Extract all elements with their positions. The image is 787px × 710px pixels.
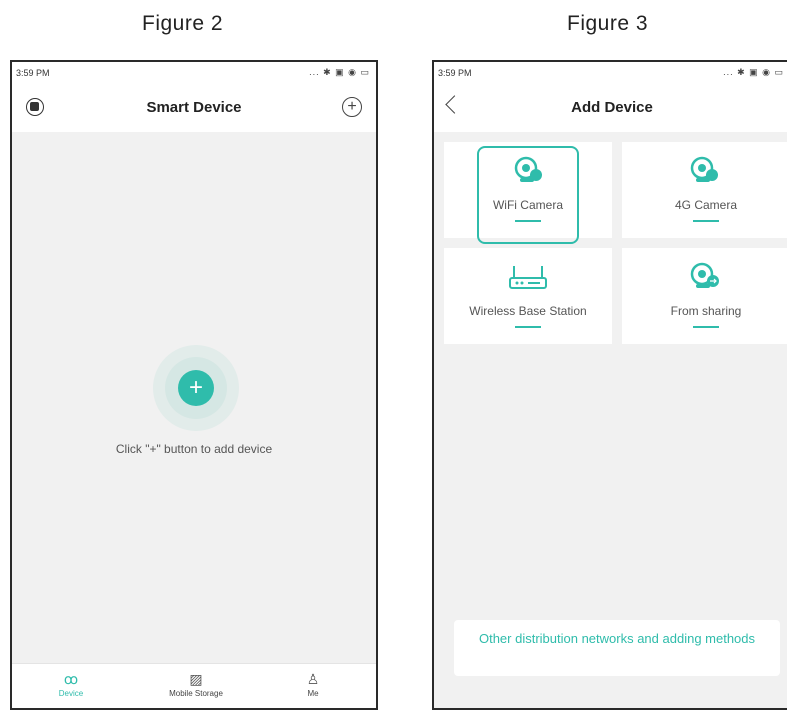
tab-label: Device	[58, 689, 84, 698]
card-underline	[515, 326, 541, 328]
page-title: Add Device	[571, 99, 653, 116]
router-icon	[509, 266, 547, 289]
tab-mobile-storage[interactable]: ▨ Mobile Storage	[151, 670, 241, 698]
figure-3-caption: Figure 3	[567, 12, 649, 35]
picture-icon: ▨	[189, 671, 203, 687]
share-camera-icon	[690, 262, 719, 288]
status-bar: 3:59 PM ... ✱ ▣ ◉ ▭	[12, 62, 376, 84]
nav-bar: Add Device	[434, 84, 787, 132]
tab-device[interactable]: ꝏ Device	[26, 670, 116, 698]
tab-me[interactable]: ♙ Me	[268, 670, 358, 698]
bottom-tab-bar: ꝏ Device ▨ Mobile Storage ♙ Me	[12, 663, 376, 708]
add-device-screen: 3:59 PM ... ✱ ▣ ◉ ▭ Add Device WiFi Came…	[432, 60, 787, 710]
status-bar: 3:59 PM ... ✱ ▣ ◉ ▭	[434, 62, 787, 84]
device-card-wifi-camera[interactable]: WiFi Camera	[444, 142, 612, 238]
card-label: 4G Camera	[674, 198, 738, 212]
4g-camera-icon	[690, 156, 718, 182]
card-label: Wireless Base Station	[469, 304, 587, 318]
device-icon: ꝏ	[63, 671, 79, 687]
empty-state-hint: Click "+" button to add device	[115, 442, 273, 456]
figure-2-caption: Figure 2	[142, 12, 224, 35]
add-device-button[interactable]: +	[178, 370, 214, 406]
card-underline	[693, 220, 719, 222]
device-card-from-sharing[interactable]: From sharing	[622, 248, 787, 344]
status-time: 3:59 PM	[438, 68, 472, 78]
card-label: WiFi Camera	[492, 198, 563, 212]
page-title: Smart Device	[146, 99, 242, 116]
wifi-camera-icon	[514, 156, 542, 182]
nav-bar: Smart Device +	[12, 84, 376, 132]
card-underline	[693, 326, 719, 328]
tab-label: Mobile Storage	[169, 689, 223, 698]
card-underline	[515, 220, 541, 222]
smart-device-screen: 3:59 PM ... ✱ ▣ ◉ ▭ Smart Device + + Cli…	[10, 60, 378, 710]
person-icon: ♙	[306, 671, 320, 687]
other-methods-button[interactable]: Other distribution networks and adding m…	[454, 620, 780, 676]
status-icons: ... ✱ ▣ ◉ ▭	[723, 67, 784, 77]
device-card-wireless-base-station[interactable]: Wireless Base Station	[444, 248, 612, 344]
device-card-4g-camera[interactable]: 4G Camera	[622, 142, 787, 238]
tab-label: Me	[307, 689, 319, 698]
status-time: 3:59 PM	[16, 68, 50, 78]
card-label: From sharing	[670, 304, 742, 318]
add-device-icon[interactable]: +	[342, 97, 362, 117]
status-icons: ... ✱ ▣ ◉ ▭	[309, 67, 370, 77]
